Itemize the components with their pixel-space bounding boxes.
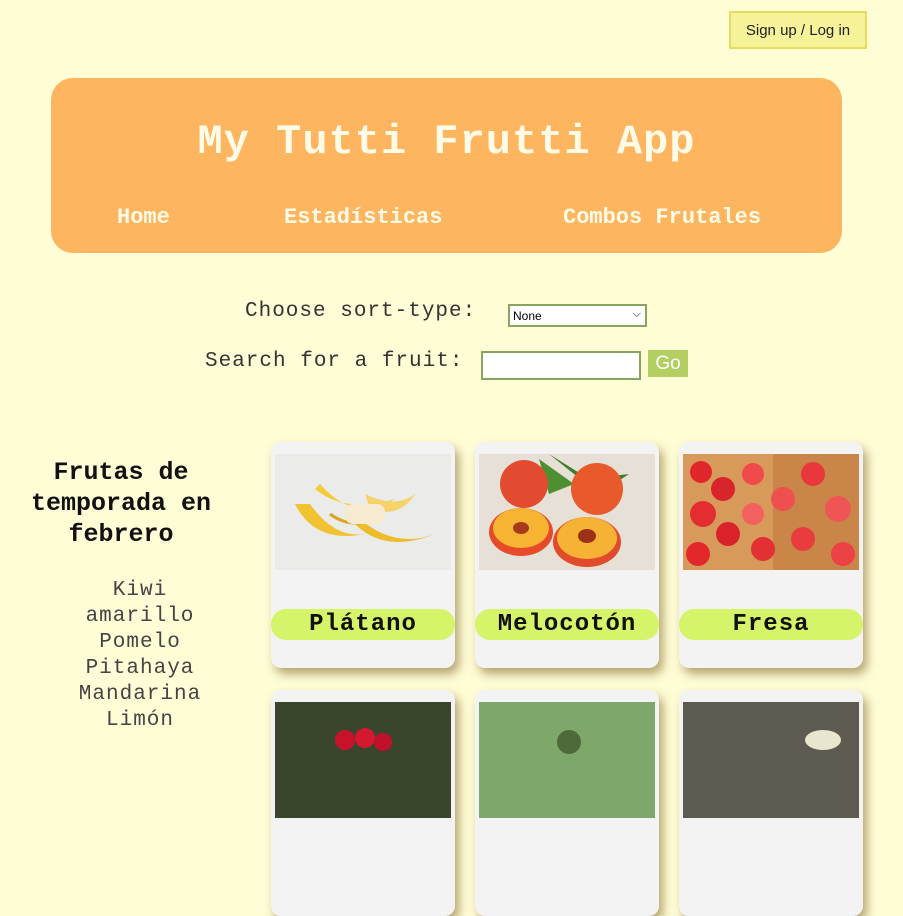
nav-home[interactable]: Home [117,205,170,230]
season-item: Limón [105,709,174,732]
fruit-card-fresa[interactable]: Fresa [679,442,863,668]
login-button[interactable]: Sign up / Log in [729,11,867,49]
fruit-card[interactable] [679,690,863,916]
season-item: Pomelo [99,631,181,654]
strawberry-image [683,454,859,570]
sort-select[interactable]: None ⌵ [508,304,647,327]
season-list: Kiwi amarillo Pomelo Pitahaya Mandarina … [60,578,220,734]
season-title: Frutas de temporada en febrero [30,458,212,549]
app-header: My Tutti Frutti App Home Estadísticas Co… [51,78,842,253]
fruit-card-platano[interactable]: Plátano [271,442,455,668]
search-label: Search for a fruit: [205,350,464,373]
fruit-card[interactable] [271,690,455,916]
fruit-image [479,702,655,818]
sort-select-value: None [513,308,542,323]
nav-combos-frutales[interactable]: Combos Frutales [563,205,761,230]
banana-image [275,454,451,570]
season-item: Pitahaya [85,657,195,680]
fruit-image [275,702,451,818]
go-button[interactable]: Go [648,350,688,377]
nav-estadisticas[interactable]: Estadísticas [284,205,442,230]
fruit-name: Fresa [679,609,863,640]
season-item: Kiwi amarillo [85,579,195,628]
season-item: Mandarina [78,683,202,706]
sort-label: Choose sort-type: [245,300,477,323]
fruit-card-melocoton[interactable]: Melocotón [475,442,659,668]
search-input[interactable] [481,351,641,380]
fruit-name: Plátano [271,609,455,640]
fruit-name: Melocotón [475,609,659,640]
chevron-down-icon: ⌵ [632,308,641,320]
fruit-card[interactable] [475,690,659,916]
app-title: My Tutti Frutti App [197,118,696,166]
peach-image [479,454,655,570]
fruit-image [683,702,859,818]
